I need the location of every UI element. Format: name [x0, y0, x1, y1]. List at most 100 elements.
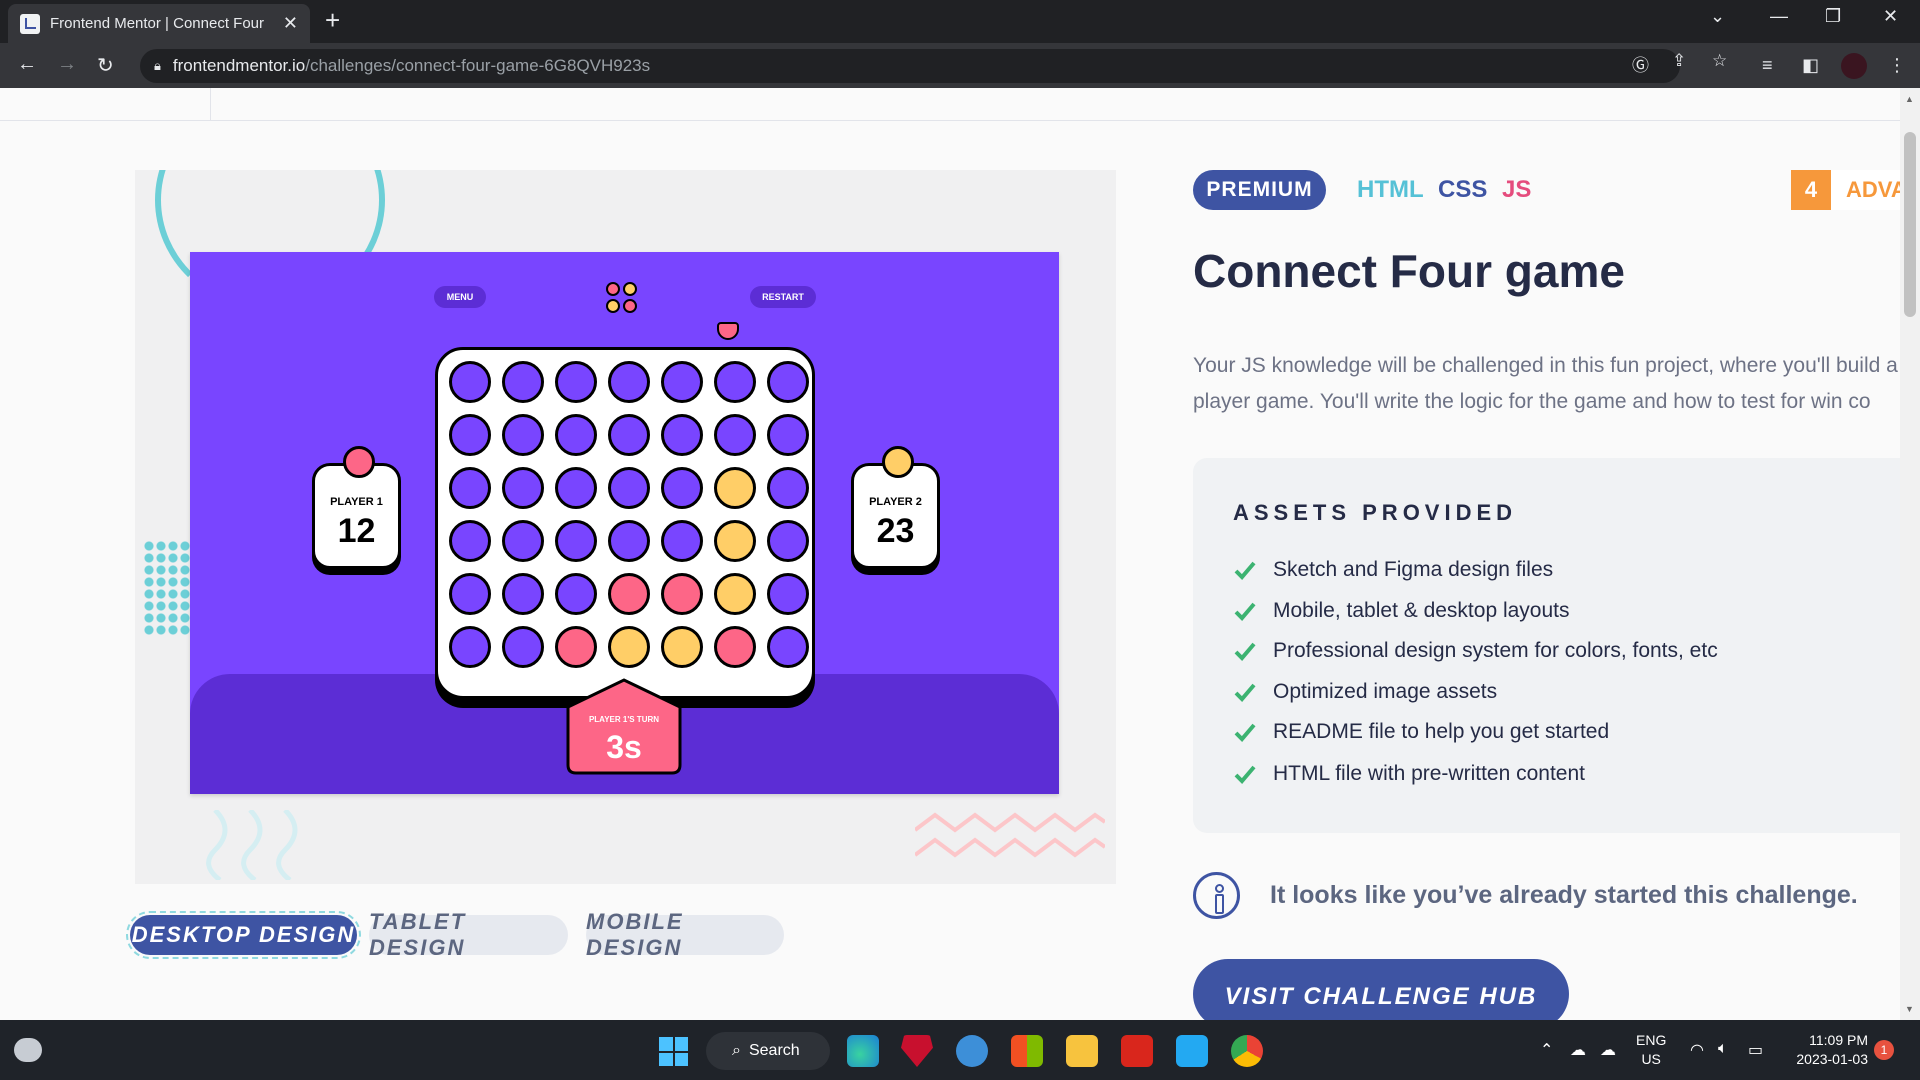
tab-search-chevron-icon[interactable]: ⌄: [1710, 6, 1725, 27]
header-column-divider: [210, 88, 211, 120]
notification-badge[interactable]: 1: [1874, 1040, 1894, 1060]
board-disc: [714, 520, 756, 562]
new-tab-button[interactable]: +: [325, 7, 340, 33]
scroll-down-icon[interactable]: ▼: [1905, 1004, 1914, 1014]
edge-icon[interactable]: [847, 1035, 879, 1067]
player1-smiley-icon: [343, 446, 375, 478]
board-disc: [767, 626, 809, 668]
check-icon: [1234, 602, 1256, 621]
weather-icon[interactable]: [14, 1038, 42, 1062]
challenge-description: Your JS knowledge will be challenged in …: [1193, 348, 1900, 420]
back-icon[interactable]: ←: [17, 53, 37, 76]
wifi-icon[interactable]: ◠: [1690, 1040, 1704, 1060]
url-path: /challenges/connect-four-game-6G8QVH923s: [305, 56, 651, 75]
browser-tab-bar: Frontend Mentor | Connect Four ✕ + ⌄ — ❐…: [0, 0, 1920, 43]
browser-tab[interactable]: Frontend Mentor | Connect Four ✕: [8, 4, 310, 43]
board-disc: [449, 520, 491, 562]
language-code: ENG: [1636, 1032, 1667, 1048]
player1-score: 12: [337, 512, 376, 550]
board-disc: [555, 414, 597, 456]
asset-item: Mobile, tablet & desktop layouts: [1233, 599, 1570, 623]
address-bar[interactable]: 🔒︎ frontendmentor.io/challenges/connect-…: [140, 49, 1680, 83]
board-disc: [449, 361, 491, 403]
volume-icon[interactable]: 🔈︎: [1718, 1040, 1728, 1058]
scroll-thumb[interactable]: [1904, 132, 1916, 317]
language-indicator[interactable]: ENG US: [1636, 1031, 1666, 1069]
board-disc: [767, 361, 809, 403]
share-icon[interactable]: ⇪: [1672, 51, 1686, 71]
wps-office-icon[interactable]: [1121, 1035, 1153, 1067]
forward-icon[interactable]: →: [57, 53, 77, 76]
board-disc: [661, 361, 703, 403]
game-restart-button: RESTART: [750, 286, 816, 308]
challenge-title: Connect Four game: [1193, 245, 1625, 297]
help-icon[interactable]: [956, 1035, 988, 1067]
difficulty-number: 4: [1791, 170, 1831, 210]
taskbar-clock[interactable]: 11:09 PM 2023-01-03: [1788, 1031, 1868, 1069]
tab-title: Frontend Mentor | Connect Four: [50, 15, 264, 32]
check-icon: [1234, 765, 1256, 784]
check-icon: [1234, 561, 1256, 580]
player2-smiley-icon: [882, 446, 914, 478]
started-notice: It looks like you’ve already started thi…: [1193, 872, 1858, 919]
windows-start-icon[interactable]: [659, 1037, 688, 1066]
game-logo-icon: [606, 282, 640, 316]
board-disc: [555, 361, 597, 403]
url-host: frontendmentor.io: [172, 56, 306, 75]
close-tab-icon[interactable]: ✕: [283, 13, 298, 34]
close-window-icon[interactable]: ✕: [1883, 6, 1898, 27]
description-line-2: player game. You'll write the logic for …: [1193, 390, 1871, 413]
store-icon[interactable]: [1011, 1035, 1043, 1067]
vscode-icon[interactable]: [1176, 1035, 1208, 1067]
board-disc: [767, 467, 809, 509]
reload-icon[interactable]: ↻: [97, 53, 114, 78]
asset-item: Professional design system for colors, f…: [1233, 639, 1718, 663]
scroll-up-icon[interactable]: ▲: [1905, 94, 1914, 104]
decorative-curls: [206, 810, 298, 880]
page-scrollbar[interactable]: ▲ ▼: [1900, 88, 1920, 1020]
player1-card: PLAYER 1 12: [312, 446, 401, 569]
language-region: US: [1641, 1051, 1661, 1067]
media-queue-icon[interactable]: ≡: [1762, 55, 1773, 76]
decorative-zigzag: [915, 812, 1105, 858]
started-notice-text: It looks like you’ve already started thi…: [1270, 881, 1858, 909]
side-panel-icon[interactable]: ◧: [1802, 55, 1819, 76]
file-explorer-icon[interactable]: [1066, 1035, 1098, 1067]
check-icon: [1234, 683, 1256, 702]
board-disc: [714, 361, 756, 403]
board-disc: [661, 414, 703, 456]
more-menu-icon[interactable]: ⋮: [1888, 55, 1906, 76]
header-divider: [0, 120, 1900, 121]
tab-desktop-design[interactable]: DESKTOP DESIGN: [126, 911, 361, 959]
browser-toolbar: ← → ↻ 🔒︎ frontendmentor.io/challenges/co…: [0, 43, 1920, 88]
visit-challenge-hub-button[interactable]: VISIT CHALLENGE HUB: [1193, 959, 1569, 1029]
check-icon: [1234, 723, 1256, 742]
show-hidden-icons-chevron[interactable]: ⌃: [1540, 1040, 1553, 1060]
taskbar-search[interactable]: ⌕ Search: [706, 1032, 830, 1070]
board-disc: [502, 626, 544, 668]
board-disc: [608, 414, 650, 456]
asset-item-label: Sketch and Figma design files: [1273, 558, 1554, 581]
board-disc: [661, 467, 703, 509]
tab-mobile-design[interactable]: MOBILE DESIGN: [586, 909, 784, 960]
profile-avatar[interactable]: [1841, 53, 1867, 79]
check-icon: [1234, 642, 1256, 661]
restore-icon[interactable]: ❐: [1825, 6, 1841, 27]
game-menu-button: MENU: [434, 286, 486, 308]
board-disc: [608, 626, 650, 668]
turn-timer: 3s: [606, 729, 642, 765]
mcafee-icon[interactable]: [901, 1035, 933, 1067]
battery-icon[interactable]: ▭: [1748, 1040, 1763, 1060]
bookmark-star-icon[interactable]: ☆: [1712, 51, 1727, 71]
google-lens-icon[interactable]: Ⓖ: [1632, 51, 1649, 76]
minimize-icon[interactable]: —: [1770, 6, 1788, 27]
tab-tablet-design[interactable]: TABLET DESIGN: [369, 909, 568, 960]
cloud-sync-icon[interactable]: ☁: [1570, 1040, 1586, 1060]
connect-four-game-screen: MENU RESTART PLAYER 1 12 PLAYER 2 23 PLA…: [190, 252, 1059, 794]
board-disc: [608, 467, 650, 509]
turn-indicator: PLAYER 1'S TURN 3s: [565, 677, 683, 777]
premium-badge: PREMIUM: [1193, 170, 1326, 210]
chrome-icon[interactable]: [1231, 1035, 1263, 1067]
onedrive-icon[interactable]: ☁: [1600, 1040, 1616, 1060]
board-disc: [767, 573, 809, 615]
